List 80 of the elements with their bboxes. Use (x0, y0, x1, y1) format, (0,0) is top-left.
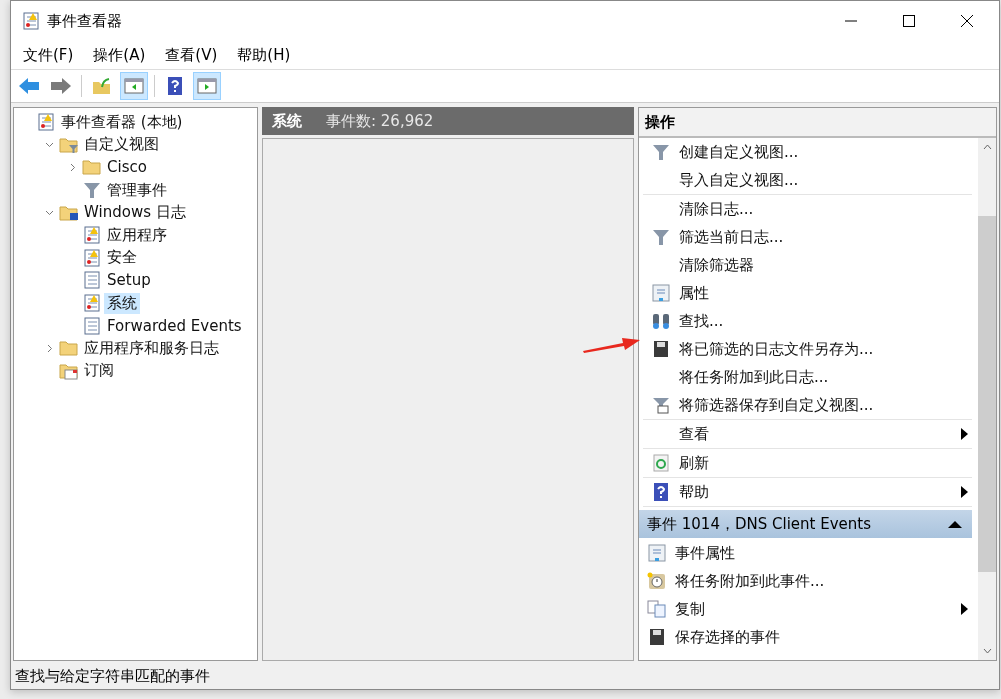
hide-tree-button[interactable] (120, 72, 148, 100)
properties-icon (648, 544, 666, 562)
log-warning-icon (84, 226, 100, 245)
action-item[interactable]: 事件属性 (639, 539, 972, 567)
actions-header: 操作 (639, 108, 996, 138)
tree-item[interactable]: Cisco (104, 157, 150, 178)
pane-icon (197, 78, 217, 94)
action-item[interactable]: 筛选当前日志... (643, 223, 972, 251)
window-title: 事件查看器 (47, 11, 122, 31)
help-icon (167, 76, 183, 96)
action-item[interactable]: 帮助 (643, 478, 972, 506)
filter-icon (652, 228, 670, 246)
log-warning-icon (84, 294, 100, 313)
tree-item[interactable]: Forwarded Events (104, 315, 245, 336)
help-icon (653, 482, 669, 502)
status-text: 查找与给定字符串匹配的事件 (15, 666, 210, 686)
menu-item[interactable]: 查看(V) (165, 45, 218, 65)
folder-icon (82, 158, 102, 177)
tree-item[interactable]: 管理事件 (104, 179, 170, 201)
folder-icon (59, 203, 79, 222)
log-name: 系统 (272, 111, 302, 131)
filter-icon (83, 181, 101, 200)
close-icon[interactable] (961, 15, 973, 27)
refresh-icon (653, 454, 669, 472)
event-count: 事件数: 26,962 (326, 111, 434, 131)
action-item[interactable]: 复制 (639, 595, 972, 623)
tree-item[interactable]: 应用程序和服务日志 (81, 337, 222, 359)
filter-save-icon (652, 396, 670, 414)
expand-caret-icon[interactable] (44, 140, 54, 150)
pane-icon (124, 78, 144, 94)
log-warning-icon (23, 12, 39, 30)
tree-item[interactable]: 订阅 (81, 360, 117, 382)
filter-icon (652, 143, 670, 161)
log-warning-icon (84, 248, 100, 267)
folder-up-icon (92, 77, 112, 95)
action-item[interactable]: 创建自定义视图... (643, 138, 972, 166)
tree-item[interactable]: 系统 (104, 292, 140, 314)
action-item[interactable]: 清除日志... (643, 195, 972, 223)
log-warning-icon (38, 113, 54, 132)
properties-icon (652, 284, 670, 302)
tree-item[interactable]: 安全 (104, 247, 140, 269)
binoculars-icon (651, 312, 671, 330)
menu-item[interactable]: 文件(F) (23, 45, 74, 65)
folder-icon (59, 339, 79, 358)
tree-item[interactable]: Setup (104, 270, 154, 291)
action-item[interactable]: 查看 (643, 420, 972, 448)
scroll-up-icon[interactable] (982, 144, 992, 150)
action-item[interactable]: 清除筛选器 (643, 251, 972, 279)
tree-item[interactable]: Windows 日志 (81, 202, 189, 224)
action-item[interactable]: 保存选择的事件 (639, 623, 972, 651)
forward-arrow-icon (50, 77, 72, 95)
section-header[interactable]: 事件 1014，DNS Client Events (639, 510, 972, 538)
calendar-folder-icon (59, 361, 79, 380)
folder-icon (59, 135, 79, 154)
save-icon (653, 340, 669, 358)
log-icon (84, 271, 100, 290)
save-icon (649, 628, 665, 646)
log-icon (84, 316, 100, 335)
tree-item[interactable]: 事件查看器 (本地) (58, 111, 186, 133)
collapse-arrow-icon[interactable] (948, 520, 962, 528)
tree-item[interactable]: 自定义视图 (81, 134, 162, 156)
scrollbar[interactable] (978, 138, 996, 660)
action-item[interactable]: 将任务附加到此事件... (639, 567, 972, 595)
action-item[interactable]: 将已筛选的日志文件另存为... (643, 335, 972, 363)
copy-icon (647, 600, 667, 618)
action-item[interactable]: 导入自定义视图... (643, 166, 972, 194)
action-item[interactable]: 将任务附加到此日志... (643, 363, 972, 391)
menu-item[interactable]: 帮助(H) (237, 45, 291, 65)
annotation-arrow (583, 336, 641, 354)
clock-icon (647, 572, 667, 590)
back-arrow-icon (18, 77, 40, 95)
tree-item[interactable]: 应用程序 (104, 224, 170, 246)
menu-item[interactable]: 操作(A) (93, 45, 146, 65)
action-item[interactable]: 将筛选器保存到自定义视图... (643, 391, 972, 419)
action-item[interactable]: 刷新 (643, 449, 972, 477)
action-item[interactable]: 属性 (643, 279, 972, 307)
expand-caret-icon[interactable] (44, 208, 54, 218)
action-item[interactable]: 查找... (643, 307, 972, 335)
scroll-down-icon[interactable] (982, 648, 992, 654)
maximize-icon[interactable] (903, 15, 915, 27)
